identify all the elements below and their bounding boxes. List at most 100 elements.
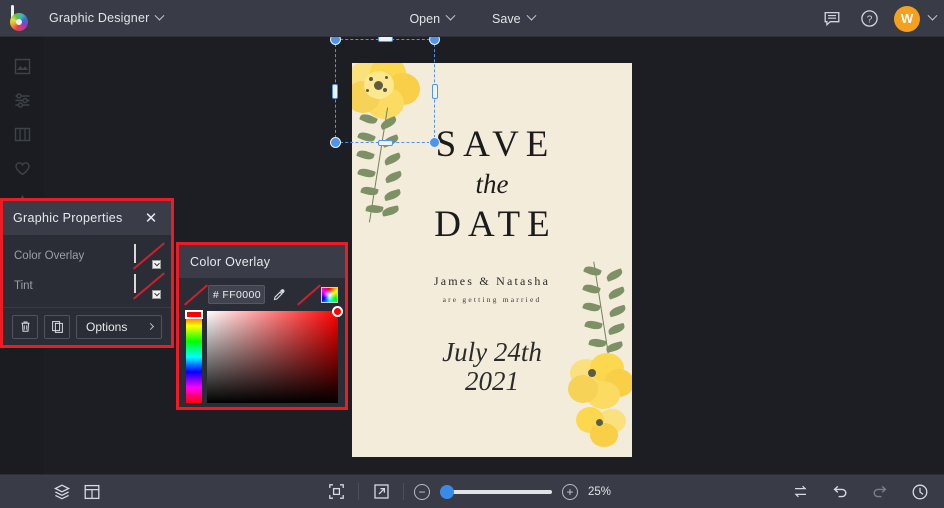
image-icon [14, 58, 30, 74]
graphic-properties-panel: Graphic Properties ✕ Color Overlay Tint [0, 198, 174, 348]
color-overlay-label: Color Overlay [14, 250, 85, 262]
tint-swatch-button[interactable] [134, 274, 161, 299]
resize-handle-middle-right[interactable] [432, 84, 438, 99]
sidebar-item-adjust[interactable] [0, 83, 44, 117]
delete-button[interactable] [12, 314, 38, 339]
color-picker-area [185, 306, 343, 403]
no-color-button[interactable] [186, 287, 202, 303]
open-button-label: Open [409, 11, 441, 26]
card-date-line2: 2021 [465, 366, 519, 396]
undo-icon [833, 485, 847, 497]
bottom-bar-right [788, 480, 932, 504]
card-title-the: the [475, 169, 509, 199]
history-clock-icon [912, 484, 928, 499]
close-icon[interactable]: ✕ [142, 209, 160, 227]
layers-button[interactable] [50, 480, 74, 504]
color-overlay-toolbar: # FF0000 [179, 278, 345, 307]
zoom-in-button[interactable]: + [562, 483, 578, 500]
chevron-down-icon[interactable] [152, 290, 161, 299]
chevron-right-icon [146, 322, 155, 331]
color-wheel-logo-icon [8, 5, 32, 31]
color-overlay-header: Color Overlay [179, 245, 345, 278]
color-overlay-swatch-button[interactable] [134, 244, 161, 269]
zoom-slider[interactable] [440, 484, 552, 499]
adjustments-icon [15, 92, 29, 108]
history-button[interactable] [908, 480, 932, 504]
eyedropper-icon [273, 288, 285, 300]
sidebar-item-image[interactable] [0, 49, 44, 83]
comment-icon [824, 11, 840, 26]
divider [403, 483, 404, 500]
save-button[interactable]: Save [481, 7, 546, 31]
layout-grid-button[interactable] [80, 480, 104, 504]
top-bar: Graphic Designer Open Save ? W [0, 0, 944, 37]
swap-arrows-icon [793, 485, 807, 498]
selection-bounding-box[interactable] [330, 37, 440, 148]
page-title: Graphic Properties [13, 211, 123, 225]
divider [358, 483, 359, 500]
resize-handle-top-left[interactable] [330, 37, 341, 45]
fit-to-screen-button[interactable] [324, 480, 348, 504]
property-row-tint: Tint [14, 271, 161, 301]
resize-handle-middle-left[interactable] [332, 84, 338, 99]
expand-arrow-icon [373, 484, 389, 499]
app-logo[interactable] [0, 0, 40, 37]
feedback-button[interactable] [820, 7, 844, 31]
color-overlay-title: Color Overlay [190, 254, 271, 269]
redo-icon [873, 485, 887, 497]
resize-handle-bottom-left[interactable] [330, 137, 341, 148]
zoom-out-label: − [418, 484, 426, 499]
avatar[interactable]: W [894, 5, 920, 32]
bottom-bar-left [0, 480, 104, 504]
swap-button[interactable] [788, 480, 812, 504]
svg-text:?: ? [866, 14, 872, 25]
graphic-properties-footer: Options [3, 307, 171, 345]
sidebar-item-favorites[interactable] [0, 151, 44, 185]
card-date-line1: July 24th [442, 337, 542, 367]
saturation-value-field[interactable] [207, 306, 343, 403]
graphic-properties-header: Graphic Properties ✕ [3, 201, 171, 235]
eyedropper-button[interactable] [271, 286, 287, 303]
open-button[interactable]: Open [398, 7, 465, 31]
layers-icon [53, 483, 71, 499]
color-overlay-popup: Color Overlay # FF0000 [176, 242, 348, 410]
help-button[interactable]: ? [857, 7, 881, 31]
help-circle-icon: ? [860, 10, 878, 27]
layout-grid-icon [84, 484, 100, 499]
hue-slider[interactable] [185, 310, 203, 403]
color-wheel-swatch-icon[interactable] [321, 286, 339, 303]
resize-handle-top-center[interactable] [378, 37, 393, 42]
expand-button[interactable] [369, 480, 393, 504]
app-root: Graphic Designer Open Save ? W SAVE the … [0, 0, 944, 508]
zoom-slider-thumb[interactable] [440, 484, 454, 499]
undo-button[interactable] [828, 480, 852, 504]
duplicate-button[interactable] [44, 314, 70, 339]
bottom-bar: − + 25% [0, 474, 944, 508]
zoom-out-button[interactable]: − [414, 483, 430, 500]
hex-input[interactable]: # FF0000 [208, 285, 266, 304]
zoom-in-label: + [566, 484, 574, 499]
resize-handle-bottom-right[interactable] [429, 137, 440, 148]
card-subtitle: are getting married [442, 295, 542, 304]
chevron-down-icon[interactable] [152, 260, 161, 269]
redo-button[interactable] [868, 480, 892, 504]
avatar-initial: W [900, 11, 914, 26]
hue-slider-thumb[interactable] [185, 310, 203, 319]
chevron-down-icon [526, 10, 536, 21]
graphic-properties-body: Color Overlay Tint [3, 235, 171, 301]
options-button[interactable]: Options [76, 314, 162, 339]
card-title-date: DATE [434, 204, 557, 245]
trash-icon [21, 321, 29, 332]
clear-color-button[interactable] [299, 287, 315, 303]
property-row-color-overlay: Color Overlay [14, 241, 161, 271]
document-title-dropdown[interactable]: Graphic Designer [40, 6, 172, 30]
account-chevron-down-icon[interactable] [927, 10, 938, 21]
duplicate-icon [51, 321, 63, 333]
tint-label: Tint [14, 280, 33, 292]
saturation-value-thumb[interactable] [332, 306, 343, 317]
resize-handle-bottom-center[interactable] [378, 140, 393, 146]
columns-icon [14, 127, 30, 141]
zoom-level-value: 25% [588, 485, 612, 498]
resize-handle-top-right[interactable] [429, 37, 440, 45]
sidebar-item-layouts[interactable] [0, 117, 44, 151]
